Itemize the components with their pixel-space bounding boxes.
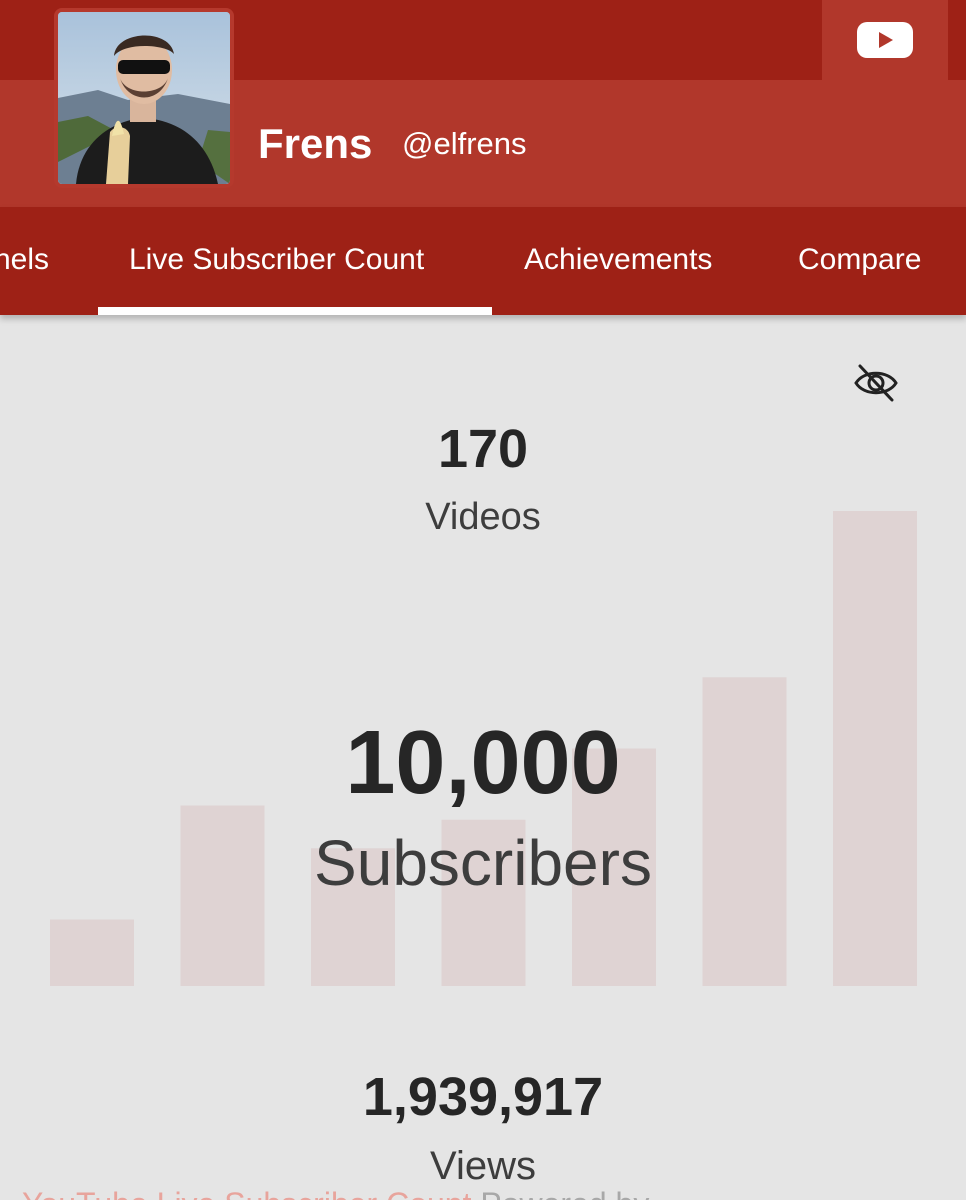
avatar: [54, 8, 234, 188]
views-count: 1,939,917: [362, 1067, 604, 1127]
chart-bar: [50, 919, 134, 986]
footer-link[interactable]: YouTube Live Subscriber Count: [22, 1186, 471, 1200]
hide-stats-toggle[interactable]: [852, 362, 900, 404]
channel-handle: @elfrens: [402, 126, 527, 161]
channel-name: Frens: [258, 120, 373, 167]
active-tab-indicator: [98, 307, 492, 315]
tab-compare[interactable]: Compare: [798, 243, 921, 277]
subscribers-label: Subscribers: [314, 827, 652, 899]
eye-off-icon: [854, 364, 898, 402]
footer-credit: YouTube Live Subscriber Count Powered by: [22, 1186, 649, 1200]
tab-bar: nels Live Subscriber Count Achievements …: [0, 207, 966, 315]
videos-label: Videos: [425, 496, 541, 538]
tab-live-subscriber-count[interactable]: Live Subscriber Count: [129, 243, 424, 277]
subscriber-count: 10,000: [345, 713, 621, 813]
videos-count: 170: [437, 419, 529, 479]
youtube-icon: [857, 22, 913, 58]
footer-powered-by: Powered by: [480, 1186, 649, 1200]
tab-channels[interactable]: nels: [0, 243, 49, 277]
youtube-link[interactable]: [822, 0, 948, 80]
tab-achievements[interactable]: Achievements: [524, 243, 712, 277]
views-label: Views: [430, 1144, 536, 1188]
